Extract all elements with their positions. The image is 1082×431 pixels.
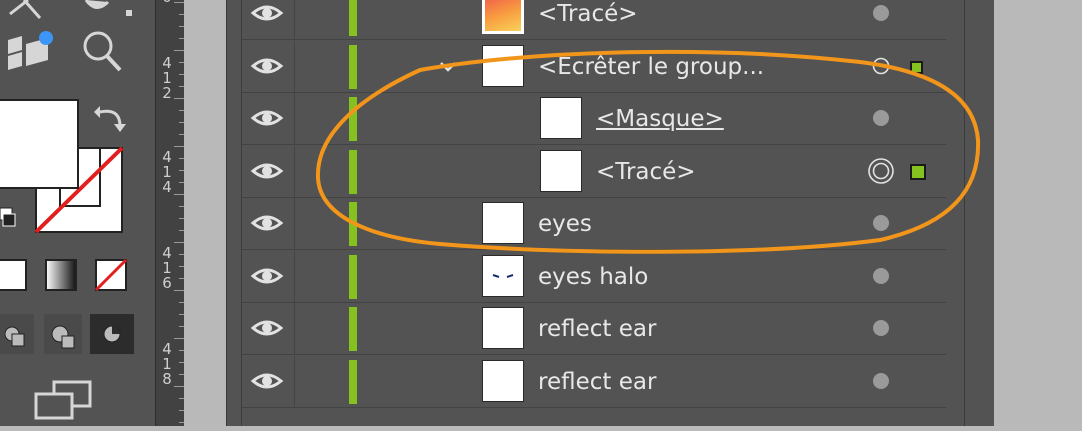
column-divider [294,145,295,197]
layers-list: <Tracé> <Ecrêter le group... <Masque> <Trac… [241,0,965,426]
layer-name[interactable]: <Masque> [596,106,724,132]
target-circle-icon[interactable] [872,109,890,127]
ruler-tick [174,290,184,291]
lock-toggle[interactable] [296,0,348,39]
eye-icon[interactable] [250,370,284,392]
layer-name[interactable]: reflect ear [538,369,656,395]
column-divider [294,198,295,249]
target-circle-icon[interactable] [872,214,890,232]
layer-thumbnail [482,254,524,297]
ruler-tick [174,194,184,195]
ruler-tick [174,50,184,51]
layer-color-bar [349,0,357,36]
ruler-label: 4 1 2 [162,54,172,102]
ruler-label: 4 1 4 [162,148,172,196]
column-divider [294,40,295,92]
eye-icon[interactable] [250,55,284,77]
layer-thumbnail [540,97,582,139]
layer-thumbnail [482,202,524,244]
default-colors-icon[interactable] [0,207,16,227]
layer-name[interactable]: <Ecrêter le group... [538,54,764,80]
column-divider [294,355,295,407]
shape-builder-icon[interactable] [84,0,132,16]
lock-toggle[interactable] [296,93,348,144]
layer-color-bar [349,44,357,89]
ruler-label: 4 1 8 [162,340,172,388]
target-circle-icon[interactable] [872,4,890,22]
fill-swatch-icon[interactable] [0,99,124,234]
layer-row[interactable]: <Masque> [242,93,946,145]
ruler-tick [174,386,184,387]
layer-row[interactable]: reflect ear [242,303,946,355]
target-circle-icon[interactable] [868,157,894,184]
tools-icons [0,0,134,420]
layer-name[interactable]: reflect ear [538,316,656,342]
layer-color-bar [349,149,357,194]
layer-row[interactable]: eyes halo [242,250,946,303]
eye-icon[interactable] [250,107,284,129]
eye-icon[interactable] [250,2,284,24]
column-divider [294,250,295,302]
layer-thumbnail [482,307,524,349]
canvas-gutter [184,0,226,426]
eye-icon[interactable] [250,212,284,234]
ruler-tick [174,338,184,339]
gradient-mode-icon[interactable] [45,259,77,291]
magnifier-icon[interactable] [83,31,122,72]
ruler-tick [174,146,184,147]
target-circle-icon[interactable] [872,319,890,337]
layer-color-bar [349,359,357,404]
layer-row[interactable]: <Tracé> [242,0,946,40]
layer-row[interactable]: <Ecrêter le group... [242,40,946,93]
eye-icon[interactable] [250,265,284,287]
selection-indicator[interactable] [910,60,923,74]
layer-name[interactable]: eyes [538,211,592,237]
layer-row[interactable]: reflect ear [242,355,946,408]
canvas-gutter-right [994,0,1082,426]
lock-toggle[interactable] [296,303,348,354]
screen-mode-icon[interactable] [34,380,92,420]
layers-panel: <Tracé> <Ecrêter le group... <Masque> <Trac… [226,0,996,426]
layer-thumbnail [482,44,524,87]
layer-thumbnail [540,149,582,192]
pen-tool-icon[interactable] [9,0,42,19]
none-mode-icon[interactable] [94,258,128,292]
ruler-label: 4 1 6 [162,244,172,292]
target-circle-icon[interactable] [872,267,890,285]
layer-thumbnail [482,0,524,34]
layer-name[interactable]: <Tracé> [538,1,638,27]
lock-toggle[interactable] [296,198,348,249]
target-circle-icon[interactable] [872,372,890,390]
column-divider [294,93,295,144]
lock-toggle[interactable] [296,146,348,197]
layer-color-bar [349,97,357,141]
tools-panel [0,0,155,426]
layer-name[interactable]: eyes halo [538,264,648,290]
target-circle-icon[interactable] [872,57,890,75]
ruler-tick [174,98,184,99]
lock-toggle[interactable] [296,251,348,302]
ruler-label: 0 [160,0,174,5]
lock-toggle[interactable] [296,41,348,92]
ruler-tick [174,242,184,243]
lock-toggle[interactable] [296,356,348,407]
layer-color-bar [349,202,357,246]
column-divider [294,0,295,39]
column-divider [294,303,295,354]
layer-color-bar [349,254,357,299]
layer-color-bar [349,307,357,351]
eye-icon[interactable] [250,317,284,339]
chevron-down-icon[interactable] [436,56,460,76]
layer-thumbnail [482,359,524,402]
layer-row[interactable]: <Tracé> [242,145,946,198]
ruler-tick [174,2,184,3]
vertical-ruler: 0 4 1 2 4 1 4 4 1 6 4 1 8 [155,0,185,426]
swap-arrow-icon[interactable] [94,106,126,132]
layer-row[interactable]: eyes [242,198,946,250]
live-paint-icon[interactable] [8,31,53,70]
selection-indicator[interactable] [910,163,926,180]
layer-name[interactable]: <Tracé> [596,159,696,185]
color-mode-icon[interactable] [0,259,27,291]
eye-icon[interactable] [250,160,284,182]
